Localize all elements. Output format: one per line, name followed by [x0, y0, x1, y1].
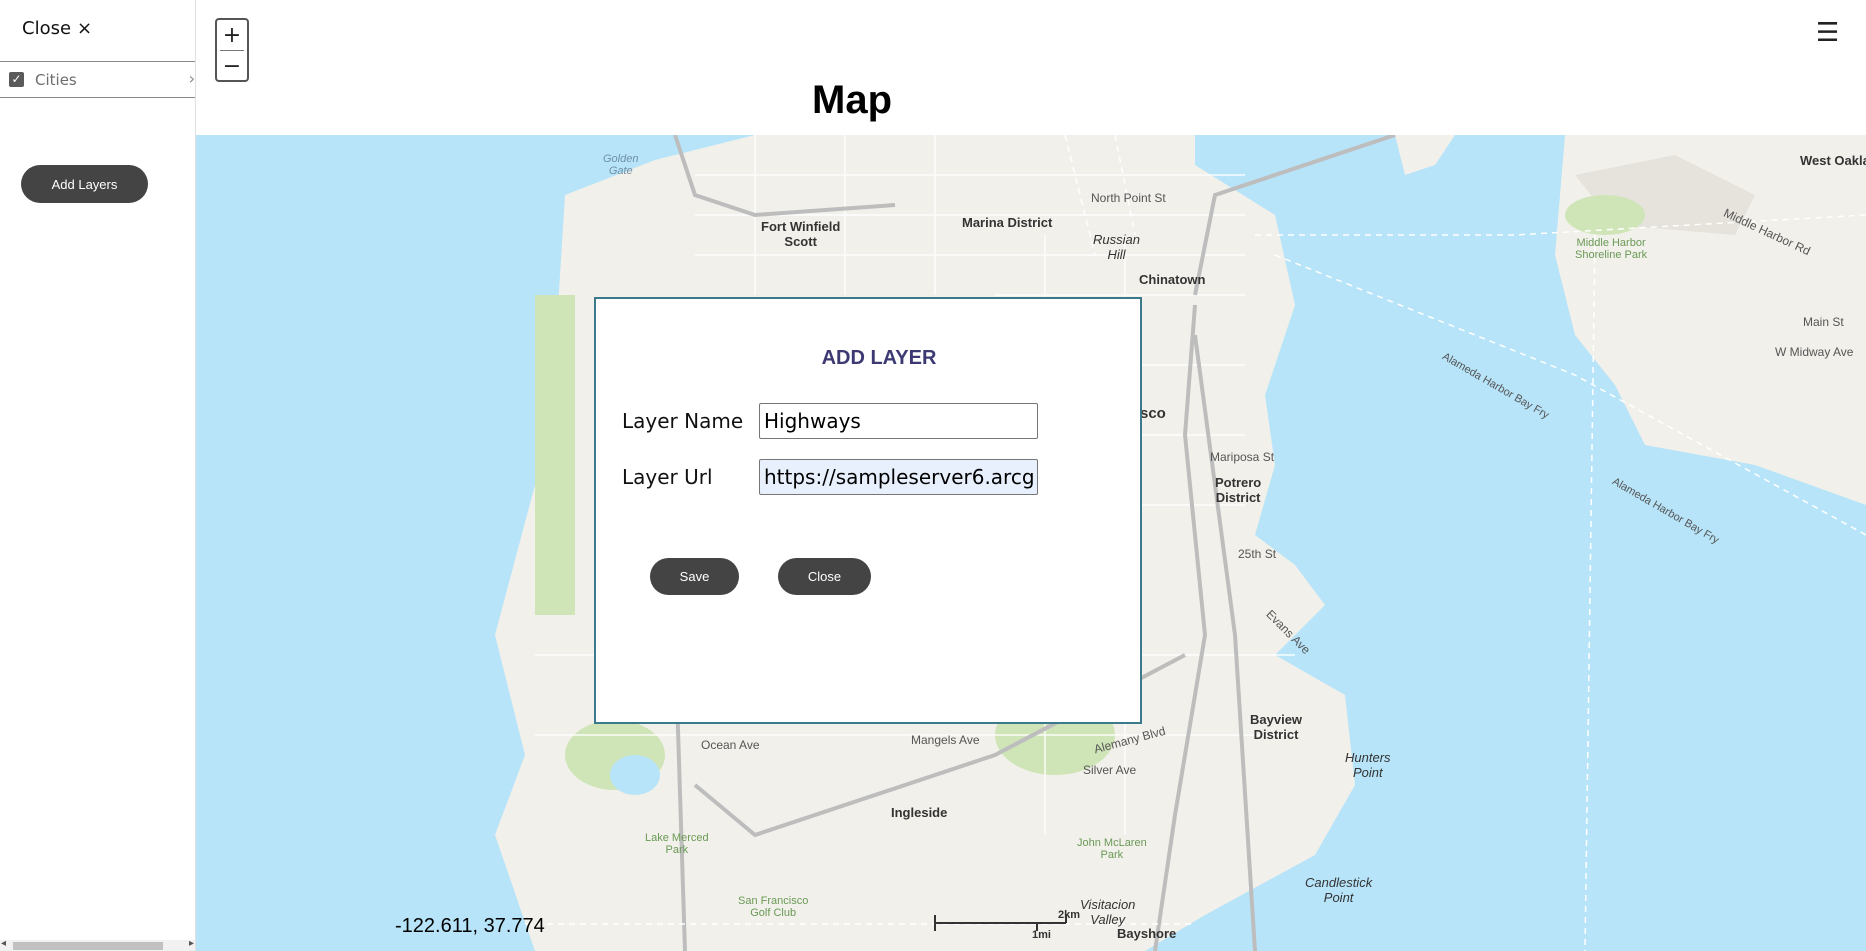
map-label: Mariposa St	[1210, 450, 1275, 464]
coordinate-readout: -122.611, 37.774	[395, 915, 545, 937]
map-label: Candlestick Point	[1305, 875, 1373, 905]
sidebar-close-button[interactable]: Close ×	[22, 18, 92, 39]
menu-icon[interactable]: ☰	[1816, 18, 1839, 48]
scrollbar-thumb[interactable]	[13, 942, 163, 950]
map-label: Bayshore	[1117, 926, 1177, 941]
scroll-right-icon[interactable]: ▸	[189, 938, 194, 949]
add-layer-dialog: ADD LAYER Layer Name Layer Url Save Clos…	[594, 297, 1142, 724]
zoom-out-button[interactable]: −	[217, 51, 247, 81]
scale-mi-label: 1mi	[1032, 929, 1051, 941]
map-label: Lake Merced Park	[645, 832, 709, 856]
scroll-left-icon[interactable]: ◂	[1, 938, 6, 949]
layer-label: Cities	[35, 70, 77, 89]
layer-name-label: Layer Name	[622, 409, 744, 433]
layer-name-row: Layer Name	[622, 403, 1038, 439]
map-label: Potrero District	[1215, 475, 1262, 505]
scale-bar: 2km 1mi	[934, 909, 1084, 947]
layer-url-input[interactable]	[759, 459, 1038, 495]
map-label: sco	[1140, 405, 1166, 422]
map-label: West Oakla	[1800, 153, 1866, 168]
layer-list-item-cities[interactable]: ✓ Cities ›	[0, 61, 195, 98]
map-label: John McLaren Park	[1077, 837, 1147, 861]
layer-checkbox[interactable]: ✓	[9, 72, 24, 87]
map-label: Visitacion Valley	[1080, 897, 1136, 927]
scale-km-label: 2km	[1058, 909, 1081, 921]
map-label: North Point St	[1091, 191, 1166, 205]
map-label: Golden Gate	[603, 153, 639, 177]
zoom-control: + −	[215, 18, 249, 82]
sidebar-horizontal-scrollbar[interactable]: ◂ ▸	[0, 938, 195, 951]
dialog-close-button[interactable]: Close	[778, 558, 871, 595]
map-label: Chinatown	[1139, 272, 1206, 287]
map-label: Middle Harbor Shoreline Park	[1575, 237, 1648, 261]
close-icon: ×	[77, 18, 93, 39]
add-layers-button[interactable]: Add Layers	[21, 165, 148, 203]
map-label: Hunters Point	[1345, 750, 1391, 780]
save-button[interactable]: Save	[650, 558, 739, 595]
dialog-title: ADD LAYER	[821, 347, 937, 369]
map-label: Bayview District	[1250, 712, 1303, 742]
map-label: Mangels Ave	[911, 733, 980, 747]
map-label: W Midway Ave	[1775, 345, 1854, 359]
map-label: Ingleside	[891, 805, 948, 820]
map-label: Fort Winfield Scott	[761, 219, 841, 249]
map-label: San Francisco Golf Club	[738, 895, 809, 919]
map-label: 25th St	[1238, 547, 1277, 561]
page-title: Map	[812, 78, 892, 122]
chevron-right-icon[interactable]: ›	[189, 69, 195, 88]
map-label: Main St	[1803, 315, 1844, 329]
sidebar: Close × ✓ Cities › Add Layers ◂ ▸	[0, 0, 196, 951]
layer-url-label: Layer Url	[622, 465, 713, 489]
zoom-in-button[interactable]: +	[217, 20, 247, 50]
map-label: Silver Ave	[1083, 763, 1137, 777]
layer-name-input[interactable]	[759, 403, 1038, 439]
map-label: Ocean Ave	[701, 738, 760, 752]
map-label: Russian Hill	[1093, 232, 1140, 262]
map-label: Marina District	[962, 215, 1053, 230]
layer-url-row: Layer Url	[622, 459, 1038, 495]
sidebar-close-label: Close	[22, 18, 72, 39]
